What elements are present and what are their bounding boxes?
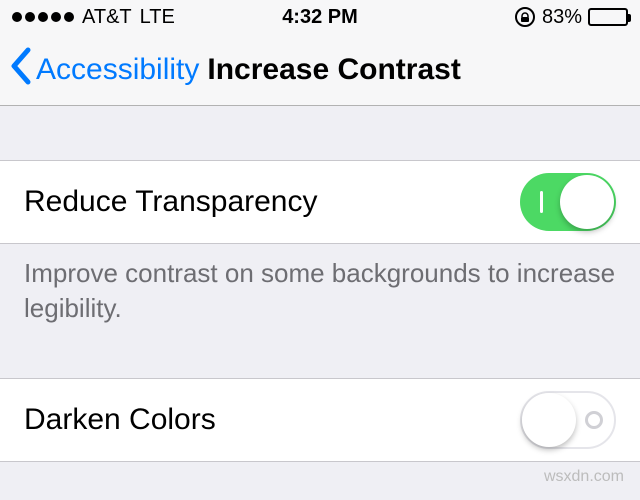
darken-colors-label: Darken Colors [24, 403, 216, 437]
back-button[interactable]: Accessibility [10, 47, 199, 92]
status-bar: AT&T LTE 4:32 PM 83% [0, 0, 640, 34]
back-label: Accessibility [36, 53, 199, 87]
signal-strength-icon [12, 12, 74, 22]
darken-colors-toggle[interactable] [520, 391, 616, 449]
reduce-transparency-toggle[interactable] [520, 173, 616, 231]
darken-colors-row: Darken Colors [0, 378, 640, 462]
battery-icon [588, 8, 628, 26]
carrier-label: AT&T [82, 6, 132, 29]
network-type-label: LTE [140, 6, 175, 29]
clock-label: 4:32 PM [217, 6, 422, 29]
page-title: Increase Contrast [207, 53, 460, 87]
section-footer: Improve contrast on some backgrounds to … [0, 244, 640, 346]
nav-bar: Accessibility Increase Contrast [0, 34, 640, 106]
watermark: wsxdn.com [544, 468, 624, 486]
chevron-left-icon [10, 47, 32, 92]
reduce-transparency-row: Reduce Transparency [0, 160, 640, 244]
reduce-transparency-label: Reduce Transparency [24, 185, 318, 219]
orientation-lock-icon [514, 6, 536, 28]
battery-pct-label: 83% [542, 6, 582, 29]
